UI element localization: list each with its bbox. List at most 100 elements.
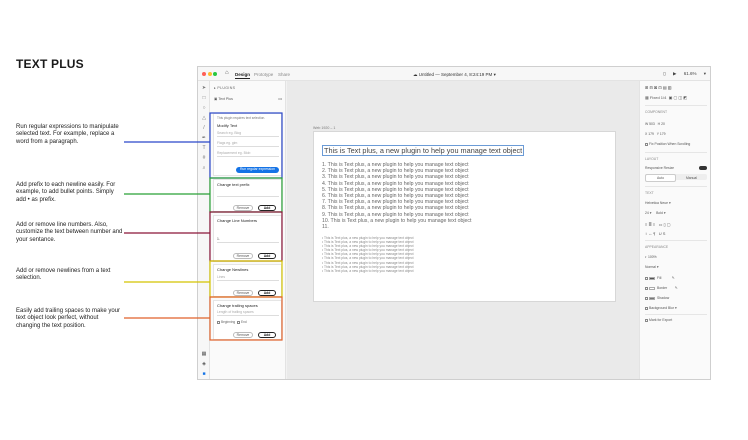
- bulleted-text-object[interactable]: • This is Text plus, a new plugin to hel…: [322, 236, 414, 273]
- background-blur-row[interactable]: Background Blur ▾: [645, 306, 677, 310]
- beginning-label: Beginning: [221, 320, 236, 324]
- newlines-input[interactable]: Lines: [217, 274, 279, 281]
- selected-heading-text[interactable]: This is Text plus, a new plugin to help …: [322, 145, 525, 156]
- background-blur-checkbox[interactable]: [645, 306, 648, 310]
- zoom-dot[interactable]: [213, 72, 217, 76]
- tab-prototype[interactable]: Prototype: [254, 72, 273, 77]
- responsive-resize-toggle[interactable]: [699, 166, 707, 170]
- border-checkbox[interactable]: [645, 286, 648, 290]
- trailing-remove-button[interactable]: Remove: [233, 332, 253, 338]
- triangle-tool-icon[interactable]: △: [201, 115, 207, 121]
- fill-checkbox[interactable]: [645, 276, 648, 280]
- toolbar-right: ▯ ▶ 61.6% ▾: [657, 71, 706, 77]
- newlines-remove-button[interactable]: Remove: [233, 290, 253, 296]
- eyedropper-icon[interactable]: ✎: [672, 276, 675, 280]
- trailing-add-button[interactable]: Add: [258, 332, 276, 338]
- eyedropper-icon[interactable]: ✎: [675, 286, 678, 290]
- appearance-label: APPEARANCE: [645, 245, 669, 249]
- position-row[interactable]: X 179 Y 179: [645, 132, 666, 136]
- plugins-icon[interactable]: ■: [201, 371, 207, 377]
- blend-mode-select[interactable]: Normal ▾: [645, 265, 659, 269]
- size-row[interactable]: W 503 H 20: [645, 122, 665, 126]
- document-title[interactable]: ☁ Untitled — September 4, 8:24:19 PM ▾: [413, 72, 496, 78]
- tab-share[interactable]: Share: [278, 72, 290, 77]
- run-regex-button[interactable]: Run regular expression: [236, 167, 279, 173]
- border-swatch[interactable]: [649, 286, 655, 290]
- window-controls[interactable]: [202, 72, 219, 77]
- end-checkbox[interactable]: [236, 320, 240, 324]
- flags-input[interactable]: Flags eg. gim: [217, 140, 279, 147]
- rectangle-tool-icon[interactable]: □: [201, 95, 207, 101]
- pen-tool-icon[interactable]: ✒: [201, 135, 207, 141]
- plugin-title-row[interactable]: ▣ Text Plus •••: [214, 97, 282, 101]
- play-icon[interactable]: ▶: [673, 71, 676, 76]
- line-numbers-remove-button[interactable]: Remove: [233, 253, 253, 259]
- prefix-input[interactable]: [217, 190, 279, 197]
- more-icon[interactable]: •••: [278, 97, 282, 101]
- manual-option[interactable]: Manual: [676, 175, 707, 181]
- chevron-down-icon[interactable]: ▾: [704, 71, 706, 76]
- font-family-select[interactable]: Helvetica Neue ▾: [645, 201, 671, 205]
- border-row[interactable]: Border ✎: [645, 286, 678, 290]
- fix-scroll-checkbox[interactable]: [645, 142, 648, 146]
- font-size-weight-row[interactable]: 24 ▾ Bold ▾: [645, 211, 666, 215]
- trailing-length-input[interactable]: Length of trailing spaces: [217, 309, 279, 316]
- beginning-checkbox[interactable]: [217, 320, 220, 324]
- line-number-suffix-input[interactable]: 1.: [217, 236, 279, 243]
- shadow-checkbox[interactable]: [645, 296, 648, 300]
- component-label: COMPONENT: [645, 110, 668, 114]
- list-item: 8. This is Text plus, a new plugin to he…: [322, 205, 469, 212]
- newlines-add-button[interactable]: Add: [258, 290, 276, 296]
- divider: [645, 152, 707, 153]
- divider: [645, 186, 707, 187]
- divider: [645, 314, 707, 315]
- zoom-level[interactable]: 61.6%: [684, 71, 697, 76]
- ellipse-tool-icon[interactable]: ○: [201, 105, 207, 111]
- list-item: 4. This is Text plus, a new plugin to he…: [322, 180, 469, 187]
- divider: [645, 105, 707, 106]
- prefix-add-button[interactable]: Add: [258, 205, 276, 211]
- line-numbers-section: Change Line Numbers 1. Remove Add: [213, 215, 282, 262]
- zoom-tool-icon[interactable]: ⌕: [201, 165, 207, 171]
- bullet-item: • This is Text plus, a new plugin to hel…: [322, 268, 414, 273]
- artboard[interactable]: This is Text plus, a new plugin to help …: [313, 131, 616, 302]
- align-tools[interactable]: ⊞ ⊟ ⊠ ⊡ ▤ ▥: [645, 85, 672, 90]
- repeat-grid-row[interactable]: ▦ Fixed 1/4 ▣ ▢ ◫ ◩: [645, 95, 687, 100]
- numbered-text-object[interactable]: 1. This is Text plus, a new plugin to he…: [322, 162, 471, 230]
- fix-scroll-row[interactable]: Fix Position When Scrolling: [645, 142, 690, 146]
- mark-for-export-row[interactable]: Mark for Export: [645, 318, 672, 322]
- tool-rail: ➤ □ ○ △ / ✒ T # ⌕ ▦ ◈ ■: [198, 81, 210, 379]
- device-preview-icon[interactable]: ▯: [663, 71, 665, 76]
- text-tool-icon[interactable]: T: [201, 145, 207, 151]
- select-tool-icon[interactable]: ➤: [201, 85, 207, 91]
- replacement-input[interactable]: Replacement eg. Blob: [217, 150, 279, 157]
- close-dot[interactable]: [202, 72, 206, 76]
- line-tool-icon[interactable]: /: [201, 125, 207, 131]
- text-spacing-tools[interactable]: ↕ ↔ ¶ U S: [645, 231, 665, 236]
- annotation-regex: Run regular expressions to manipulate se…: [16, 124, 119, 145]
- opacity-row[interactable]: ◐ 100%: [645, 255, 657, 259]
- minimize-dot[interactable]: [207, 72, 212, 76]
- divider: [645, 240, 707, 241]
- assets-icon[interactable]: ▦: [201, 351, 207, 357]
- auto-option[interactable]: Auto: [645, 174, 676, 182]
- mark-export-checkbox[interactable]: [645, 318, 648, 322]
- prefix-remove-button[interactable]: Remove: [233, 205, 253, 211]
- shadow-row[interactable]: Shadow: [645, 296, 669, 300]
- tab-design[interactable]: Design: [235, 72, 251, 79]
- artboard-label[interactable]: Web 1920 – 1: [313, 126, 335, 130]
- layers-icon[interactable]: ◈: [201, 361, 207, 367]
- fill-row[interactable]: Fill ✎: [645, 276, 675, 280]
- resize-mode-switch[interactable]: Auto Manual: [645, 174, 707, 182]
- design-canvas[interactable]: Web 1920 – 1 This is Text plus, a new pl…: [287, 81, 639, 379]
- home-icon[interactable]: ⌂: [225, 70, 229, 76]
- selection-hint: This plugin requires text selection.: [217, 116, 266, 120]
- text-align-tools[interactable]: ≡ ≣ ≡ ▭ ▯ ▢: [645, 222, 671, 227]
- line-numbers-title: Change Line Numbers: [217, 218, 258, 223]
- shadow-swatch[interactable]: [649, 296, 655, 300]
- line-numbers-add-button[interactable]: Add: [258, 253, 276, 259]
- prefix-title: Change text prefix: [217, 182, 250, 187]
- search-input[interactable]: Search eg. Blog: [217, 130, 279, 137]
- artboard-tool-icon[interactable]: #: [201, 155, 207, 161]
- fill-swatch[interactable]: [649, 276, 655, 280]
